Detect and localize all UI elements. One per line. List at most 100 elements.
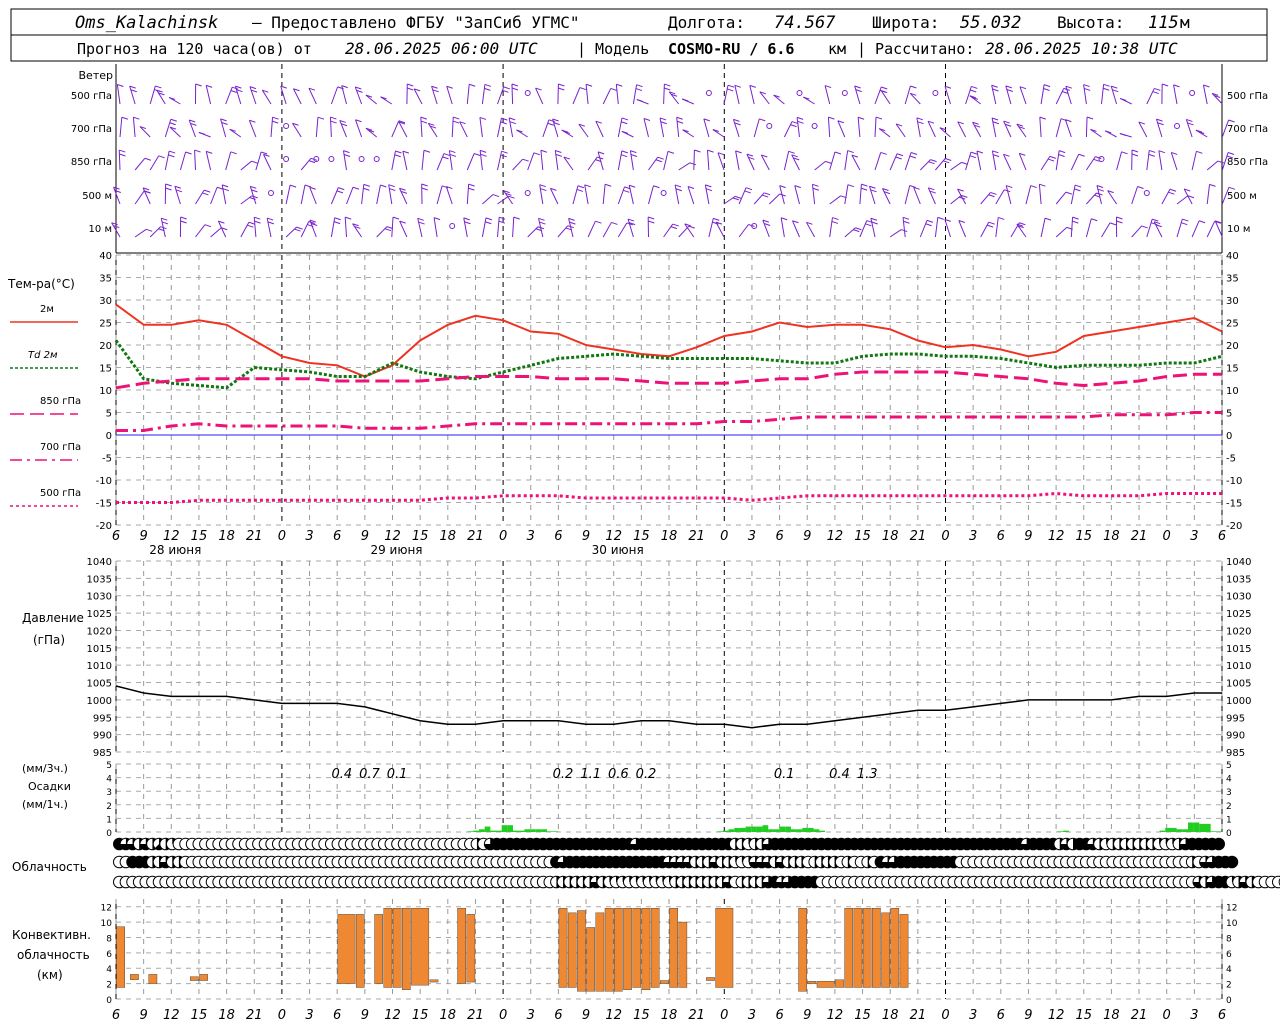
wind-barb-flag — [1044, 217, 1052, 221]
wind-barb — [760, 154, 770, 171]
wind-barb — [796, 117, 800, 138]
wind-barb — [149, 85, 156, 105]
wind-barb-flag — [501, 150, 508, 154]
convective-bar — [392, 908, 402, 988]
wind-barb — [248, 120, 257, 138]
time-tick-label-bottom: 18 — [440, 1008, 457, 1023]
wind-barb-flag — [1182, 218, 1189, 222]
precip-bar — [496, 830, 502, 832]
wind-barb-flag — [1161, 83, 1169, 87]
wind-barb-flag — [333, 221, 341, 225]
wind-barb-flag — [759, 118, 766, 122]
date-label: 30 июня — [592, 543, 644, 557]
pressure-tick-right: 1030 — [1226, 592, 1251, 603]
wind-barb — [844, 227, 856, 238]
wind-barb-flag — [945, 158, 952, 161]
wind-barb-flag — [547, 122, 554, 126]
wind-barb — [648, 185, 654, 205]
convective-tick-right: 0 — [1226, 996, 1232, 1006]
precip-bar — [762, 825, 769, 832]
convective-grid: 0 0 2 2 4 4 6 6 8 8 10 10 12 12 — [101, 899, 1238, 1006]
pressure-tick-right: 990 — [1226, 731, 1245, 742]
time-tick-label-bottom: 15 — [633, 1008, 650, 1023]
wind-barb-flag — [943, 160, 950, 164]
wind-barb — [704, 184, 710, 205]
wind-barb — [991, 85, 997, 105]
wind-barb — [676, 117, 680, 138]
wind-barb-flag — [338, 187, 345, 191]
wind-barb-flag — [453, 116, 460, 120]
cloud-symbol — [1225, 855, 1239, 869]
wind-barb — [249, 186, 257, 205]
wind-barb-flag — [392, 216, 400, 220]
convective-bars — [116, 908, 909, 992]
wind-barb-flag — [832, 217, 839, 221]
lat-value: 55.032 — [960, 13, 1021, 33]
wind-barb — [859, 184, 862, 205]
time-tick-label: 18 — [440, 529, 457, 544]
convective-bar — [835, 979, 844, 988]
wind-barb-flag — [621, 117, 629, 121]
wind-barb-flag — [119, 149, 126, 153]
convective-bar — [148, 974, 158, 984]
wind-barb — [156, 89, 166, 105]
time-tick-label: 3 — [305, 529, 313, 544]
wind-level-label-right: 500 гПа — [1227, 91, 1268, 102]
forecast-prefix: Прогноз на 120 часа(ов) от — [77, 40, 312, 58]
convective-bar — [383, 908, 393, 988]
time-tick-label-bottom: 3 — [1190, 1008, 1198, 1023]
precip-total-label: 1.3 — [857, 767, 878, 782]
wind-barb-flag — [630, 150, 637, 154]
model-name: COSMO-RU / 6.6 — [668, 40, 794, 58]
wind-barb-flag — [144, 157, 151, 161]
wind-barb-flag — [503, 86, 510, 90]
wind-level-label-left: 10 м — [89, 224, 112, 235]
wind-barb — [965, 86, 972, 105]
wind-barb — [753, 192, 765, 205]
time-tick-label-bottom: 18 — [882, 1008, 899, 1023]
wind-barb — [919, 159, 931, 171]
wind-level-label-left: 500 м — [82, 191, 112, 202]
convective-tick-left: 10 — [101, 919, 113, 929]
wind-barb — [346, 187, 354, 205]
time-tick-label-bottom: 12 — [605, 1008, 622, 1023]
wind-barb-flag — [511, 83, 519, 87]
wind-level-label-left: 850 гПа — [71, 157, 112, 168]
wind-barb-flag — [522, 158, 529, 162]
wind-barb-flag — [421, 187, 428, 191]
convective-bar — [567, 912, 577, 988]
wind-barb-flag — [180, 216, 187, 220]
wind-barb-flag — [133, 116, 140, 120]
time-tick-label: 18 — [218, 529, 235, 544]
wind-barb — [980, 221, 990, 238]
wind-barb-flag — [317, 116, 325, 120]
alt-unit: м — [1180, 13, 1190, 32]
convective-bar — [402, 908, 411, 990]
time-tick-label-bottom: 21 — [688, 1008, 705, 1023]
time-tick-label-bottom: 18 — [1103, 1008, 1120, 1023]
wind-barb-flag — [484, 87, 491, 91]
time-tick-label-bottom: 3 — [748, 1008, 756, 1023]
precip-bar — [501, 825, 508, 832]
wind-barb — [225, 151, 232, 171]
wind-calm-marker — [268, 190, 274, 196]
wind-barb-flag — [433, 217, 441, 221]
precip-tick-right: 2 — [1226, 802, 1232, 812]
wind-barb — [1153, 221, 1163, 238]
wind-barb-flag — [420, 120, 428, 124]
wind-barb — [119, 117, 123, 138]
time-tick-label-bottom: 9 — [1024, 1008, 1032, 1023]
time-tick-label: 12 — [163, 529, 180, 544]
wind-barb-flag — [1131, 149, 1139, 153]
precip-bar — [1210, 831, 1217, 832]
wind-barb-flag — [194, 149, 201, 153]
wind-level-label-right: 500 м — [1227, 191, 1257, 202]
precip-bar — [790, 829, 797, 832]
wind-barb-flag — [1074, 188, 1081, 192]
wind-barb-flag — [744, 190, 751, 194]
wind-barb — [481, 84, 486, 105]
wind-barb — [134, 228, 147, 238]
convective-bar — [411, 908, 430, 986]
time-tick-label: 6 — [333, 529, 341, 544]
wind-barb-flag — [251, 160, 258, 164]
